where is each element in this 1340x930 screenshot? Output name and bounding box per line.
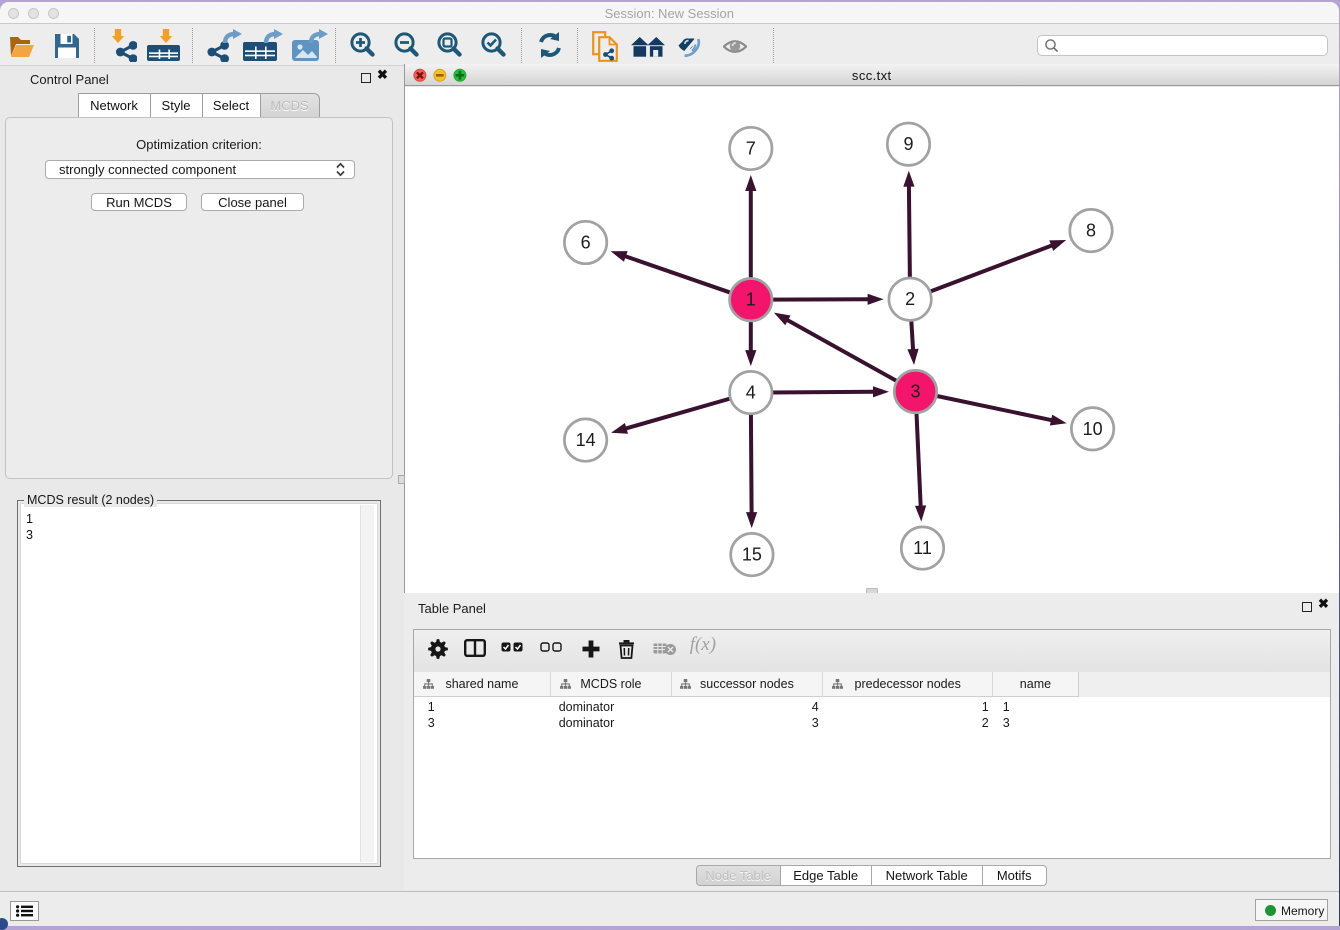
svg-text:9: 9 [903,134,913,154]
svg-text:10: 10 [1083,419,1103,439]
svg-text:7: 7 [746,139,756,159]
svg-text:8: 8 [1086,221,1096,241]
svg-text:2: 2 [905,289,915,309]
svg-text:6: 6 [581,233,591,253]
svg-text:4: 4 [746,383,756,403]
svg-text:3: 3 [910,382,920,402]
svg-text:11: 11 [913,538,932,558]
svg-text:14: 14 [576,430,596,450]
svg-text:1: 1 [746,290,756,310]
svg-text:15: 15 [742,545,762,565]
